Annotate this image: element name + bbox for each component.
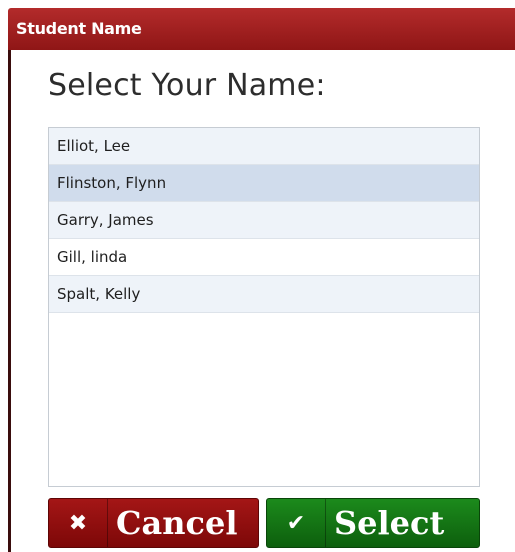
list-item[interactable]: Flinston, Flynn bbox=[49, 165, 479, 202]
x-icon: ✖ bbox=[49, 499, 108, 547]
check-icon: ✔ bbox=[267, 499, 326, 547]
list-item[interactable]: Elliot, Lee bbox=[49, 128, 479, 165]
cancel-button-label: Cancel bbox=[116, 504, 238, 542]
cancel-button[interactable]: ✖ Cancel bbox=[48, 498, 259, 548]
list-item[interactable]: Gill, linda bbox=[49, 239, 479, 276]
student-listbox[interactable]: Elliot, Lee Flinston, Flynn Garry, James… bbox=[48, 127, 480, 487]
dialog-border bbox=[8, 50, 11, 552]
student-name-dialog: Student Name Select Your Name: Elliot, L… bbox=[0, 0, 515, 552]
dialog-titlebar: Student Name bbox=[8, 8, 515, 50]
select-button-label: Select bbox=[334, 504, 445, 542]
dialog-title: Student Name bbox=[16, 19, 142, 38]
list-item[interactable]: Garry, James bbox=[49, 202, 479, 239]
page-heading: Select Your Name: bbox=[48, 68, 326, 103]
select-button[interactable]: ✔ Select bbox=[266, 498, 480, 548]
list-item[interactable]: Spalt, Kelly bbox=[49, 276, 479, 313]
